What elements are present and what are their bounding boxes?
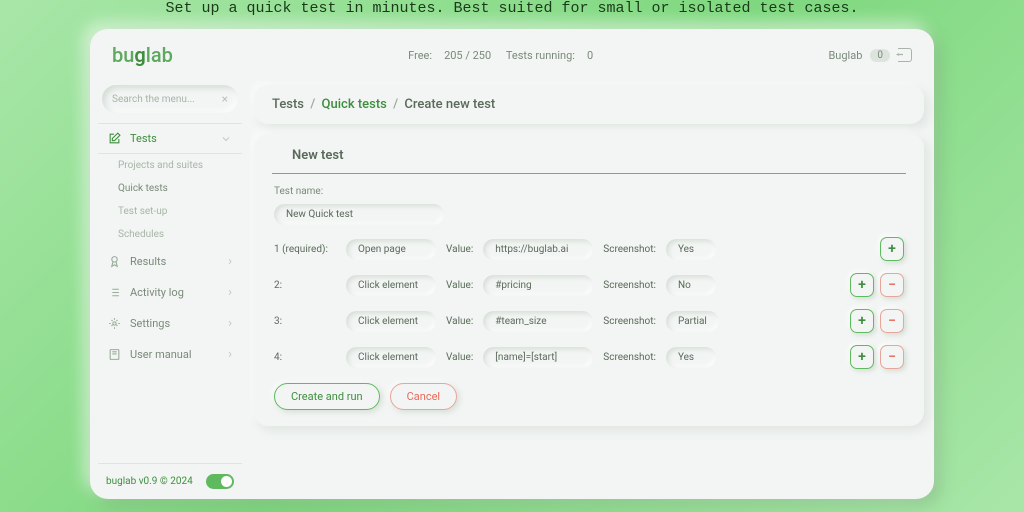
nav-activity[interactable]: Activity log › bbox=[98, 277, 242, 308]
step-label: 2: bbox=[274, 280, 336, 291]
crumb-tests[interactable]: Tests bbox=[272, 97, 304, 112]
search-input[interactable]: Search the menu... × bbox=[102, 85, 238, 113]
breadcrumb: Tests / Quick tests / Create new test bbox=[254, 85, 924, 124]
add-step-button[interactable]: + bbox=[880, 237, 904, 261]
step-label: 3: bbox=[274, 316, 336, 327]
clear-icon[interactable]: × bbox=[222, 92, 228, 106]
step-value-input[interactable]: #pricing bbox=[483, 275, 593, 296]
step-action-input[interactable]: Click element bbox=[346, 311, 436, 332]
sidebar-footer: buglab v0.9 © 2024 bbox=[98, 463, 242, 499]
crumb-create: Create new test bbox=[404, 97, 495, 112]
app-header: buglab Free:205 / 250 Tests running:0 Bu… bbox=[90, 29, 934, 81]
sidebar: Search the menu... × Tests Projects and … bbox=[90, 81, 250, 499]
step-screenshot-input[interactable]: Partial bbox=[666, 311, 719, 332]
step-value-input[interactable]: [name]=[start] bbox=[483, 347, 593, 368]
step-value-input[interactable]: https://buglab.ai bbox=[483, 239, 593, 260]
new-test-card: New test Test name: New Quick test 1 (re… bbox=[254, 134, 924, 426]
value-label: Value: bbox=[446, 244, 473, 255]
form-actions: Create and run Cancel bbox=[274, 383, 904, 410]
book-icon bbox=[108, 348, 122, 361]
step-label: 1 (required): bbox=[274, 244, 336, 255]
nav-results[interactable]: Results › bbox=[98, 246, 242, 277]
remove-step-button[interactable]: − bbox=[880, 345, 904, 369]
nav-settings[interactable]: Settings › bbox=[98, 308, 242, 339]
card-title: New test bbox=[272, 134, 906, 174]
remove-step-button[interactable]: − bbox=[880, 309, 904, 333]
step-row: 3: Click element Value: #team_size Screensho… bbox=[274, 309, 904, 333]
create-and-run-button[interactable]: Create and run bbox=[274, 383, 380, 410]
test-name-label: Test name: bbox=[274, 186, 904, 197]
account-name[interactable]: Buglab bbox=[828, 49, 862, 62]
logo: buglab bbox=[112, 43, 173, 67]
step-value-input[interactable]: #team_size bbox=[483, 311, 593, 332]
chevron-right-icon: › bbox=[228, 316, 232, 331]
nav-sub-schedules[interactable]: Schedules bbox=[98, 223, 242, 246]
add-step-button[interactable]: + bbox=[850, 309, 874, 333]
edit-icon bbox=[108, 132, 122, 145]
step-action-input[interactable]: Open page bbox=[346, 239, 436, 260]
step-row: 2: Click element Value: #pricing Screenshot:… bbox=[274, 273, 904, 297]
header-account: Buglab 0 bbox=[828, 48, 912, 62]
step-row: 4: Click element Value: [name]=[start] Scree… bbox=[274, 345, 904, 369]
step-label: 4: bbox=[274, 352, 336, 363]
nav-manual[interactable]: User manual › bbox=[98, 339, 242, 370]
add-step-button[interactable]: + bbox=[850, 345, 874, 369]
step-screenshot-input[interactable]: Yes bbox=[666, 347, 716, 368]
nav-sub-quick-tests[interactable]: Quick tests bbox=[98, 177, 242, 200]
screenshot-label: Screenshot: bbox=[603, 352, 656, 363]
step-action-input[interactable]: Click element bbox=[346, 347, 436, 368]
main-content: Tests / Quick tests / Create new test Ne… bbox=[250, 81, 934, 499]
breadcrumb-panel: Tests / Quick tests / Create new test bbox=[254, 85, 924, 124]
screenshot-label: Screenshot: bbox=[603, 316, 656, 327]
step-screenshot-input[interactable]: Yes bbox=[666, 239, 716, 260]
list-icon bbox=[108, 286, 122, 299]
screenshot-label: Screenshot: bbox=[603, 244, 656, 255]
chevron-right-icon: › bbox=[228, 347, 232, 362]
logout-icon[interactable] bbox=[898, 48, 912, 62]
app-window: buglab Free:205 / 250 Tests running:0 Bu… bbox=[90, 29, 934, 499]
remove-step-button[interactable]: − bbox=[880, 273, 904, 297]
account-badge: 0 bbox=[870, 49, 890, 62]
header-status: Free:205 / 250 Tests running:0 bbox=[173, 49, 829, 62]
value-label: Value: bbox=[446, 316, 473, 327]
value-label: Value: bbox=[446, 352, 473, 363]
add-step-button[interactable]: + bbox=[850, 273, 874, 297]
gear-icon bbox=[108, 317, 122, 330]
badge-icon bbox=[108, 255, 122, 268]
step-screenshot-input[interactable]: No bbox=[666, 275, 716, 296]
chevron-right-icon: › bbox=[228, 285, 232, 300]
step-row: 1 (required): Open page Value: https://bugl… bbox=[274, 237, 904, 261]
chevron-right-icon: › bbox=[228, 254, 232, 269]
theme-toggle[interactable] bbox=[206, 474, 234, 489]
nav-tests[interactable]: Tests bbox=[98, 123, 242, 154]
test-name-input[interactable]: New Quick test bbox=[274, 204, 444, 225]
nav: Tests Projects and suitesQuick testsTest… bbox=[98, 123, 242, 463]
nav-sub-test-set-up[interactable]: Test set-up bbox=[98, 200, 242, 223]
crumb-quick-tests[interactable]: Quick tests bbox=[322, 97, 387, 112]
value-label: Value: bbox=[446, 280, 473, 291]
step-action-input[interactable]: Click element bbox=[346, 275, 436, 296]
cancel-button[interactable]: Cancel bbox=[390, 383, 457, 410]
screenshot-label: Screenshot: bbox=[603, 280, 656, 291]
page-tagline: Set up a quick test in minutes. Best sui… bbox=[0, 0, 1024, 29]
chevron-down-icon bbox=[220, 133, 232, 145]
nav-sub-projects-and-suites[interactable]: Projects and suites bbox=[98, 154, 242, 177]
